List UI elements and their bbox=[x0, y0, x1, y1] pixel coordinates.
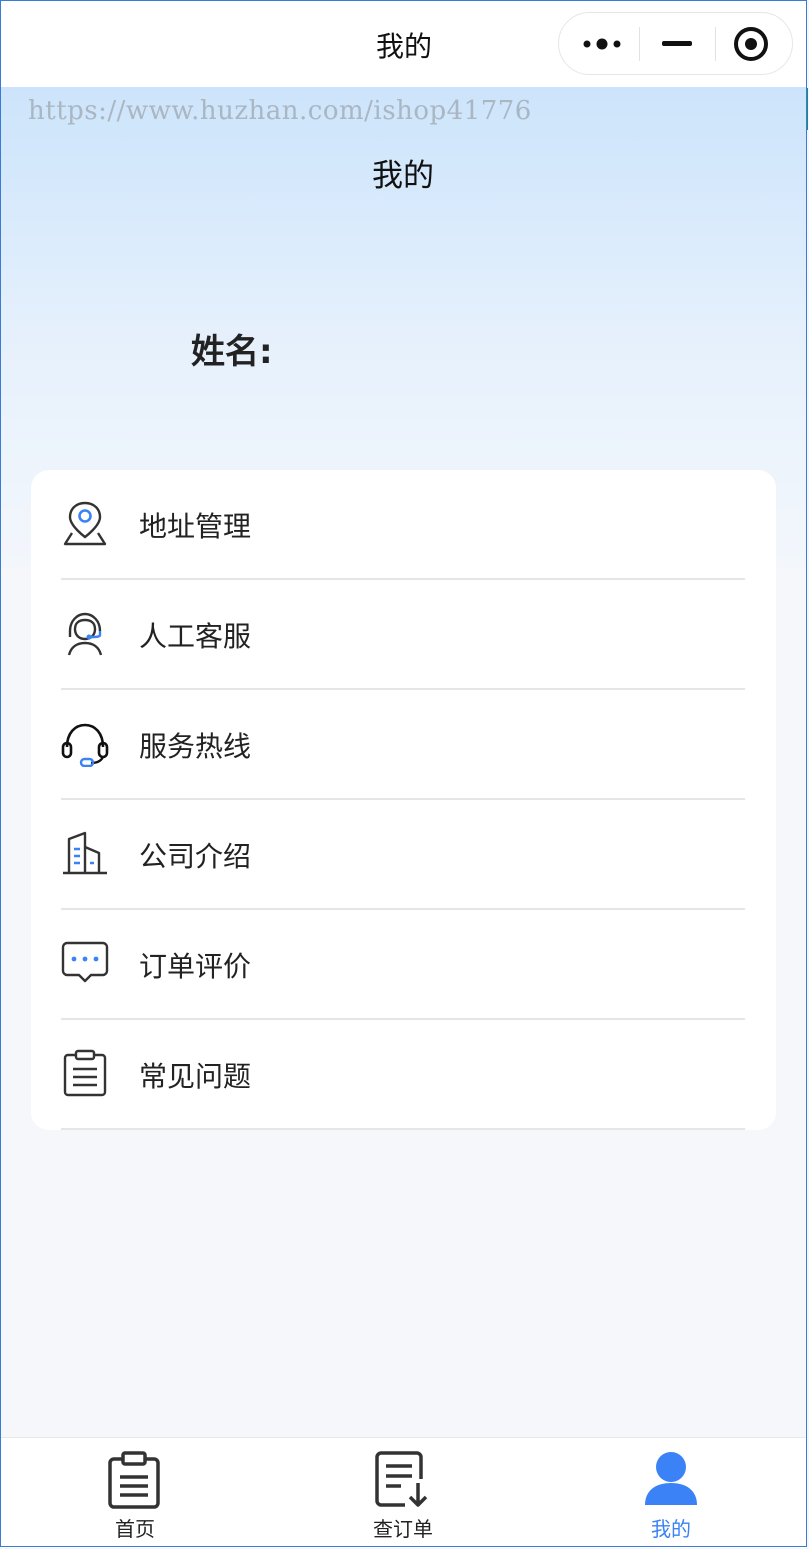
menu-item-label: 人工客服 bbox=[139, 620, 252, 653]
watermark-text: https://www.huzhan.com/ishop41776 bbox=[28, 96, 532, 126]
more-button[interactable] bbox=[565, 13, 641, 74]
chat-bubble-icon bbox=[61, 941, 109, 983]
menu-item-label: 公司介绍 bbox=[139, 840, 252, 873]
menu-item-faq[interactable]: 常见问题 bbox=[61, 1020, 745, 1130]
close-button[interactable] bbox=[713, 13, 789, 74]
clipboard-icon bbox=[108, 1451, 160, 1509]
order-download-icon bbox=[375, 1451, 428, 1507]
tab-label: 我的 bbox=[651, 1517, 691, 1541]
tab-label: 查订单 bbox=[373, 1517, 433, 1541]
target-icon bbox=[734, 26, 768, 61]
mini-program-capsule bbox=[558, 12, 793, 75]
minus-icon bbox=[662, 40, 692, 46]
menu-item-label: 地址管理 bbox=[139, 510, 252, 543]
location-pin-icon bbox=[63, 501, 107, 546]
more-dots-icon bbox=[583, 38, 621, 49]
clipboard-icon bbox=[63, 1049, 107, 1097]
menu-item-order-review[interactable]: 订单评价 bbox=[61, 910, 745, 1020]
user-icon bbox=[645, 1452, 697, 1505]
menu-item-address[interactable]: 地址管理 bbox=[61, 470, 745, 580]
tab-home[interactable]: 首页 bbox=[1, 1438, 269, 1548]
menu-item-label: 常见问题 bbox=[139, 1060, 252, 1093]
menu-item-label: 订单评价 bbox=[139, 950, 252, 983]
bottom-tab-bar: 首页 查订单 我的 bbox=[1, 1437, 807, 1548]
headset-icon bbox=[61, 723, 109, 767]
menu-card: 地址管理 人工客服 服务热线 公司介绍 订单评价 常见问题 bbox=[31, 470, 776, 1130]
name-label: 姓名: bbox=[191, 332, 273, 372]
menu-item-label: 服务热线 bbox=[139, 730, 252, 763]
menu-item-company-intro[interactable]: 公司介绍 bbox=[61, 800, 745, 910]
building-icon bbox=[63, 831, 107, 875]
tab-mine[interactable]: 我的 bbox=[537, 1438, 805, 1548]
top-navigation-bar: 我的 bbox=[1, 1, 807, 87]
minimize-button[interactable] bbox=[639, 13, 715, 74]
menu-item-hotline[interactable]: 服务热线 bbox=[61, 690, 745, 800]
tab-check-orders[interactable]: 查订单 bbox=[269, 1438, 537, 1548]
page-title: 我的 bbox=[372, 158, 434, 194]
divider bbox=[61, 1128, 745, 1130]
customer-service-icon bbox=[67, 612, 103, 656]
menu-item-customer-service[interactable]: 人工客服 bbox=[61, 580, 745, 690]
tab-label: 首页 bbox=[115, 1517, 155, 1541]
